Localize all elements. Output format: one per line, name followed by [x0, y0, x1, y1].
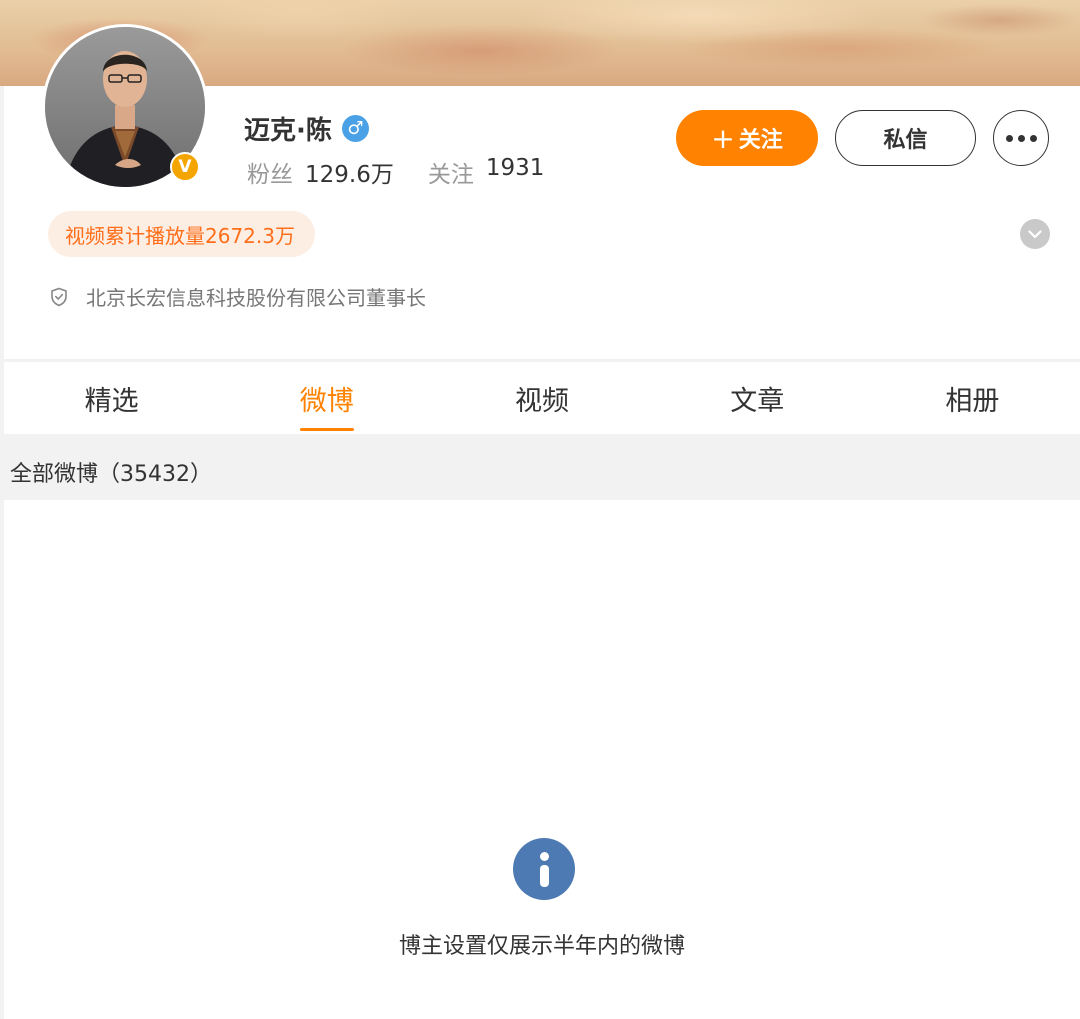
message-label: 私信	[883, 128, 928, 153]
follow-button[interactable]: + 关注	[676, 110, 818, 166]
stats-row: 粉丝 129.6万 关注 1931	[247, 155, 544, 189]
more-dot-icon	[1017, 134, 1025, 142]
following-count[interactable]: 1931	[486, 155, 545, 189]
tab-albums[interactable]: 相册	[865, 362, 1080, 434]
name-row: 迈克·陈 ♂	[244, 108, 369, 148]
tab-video[interactable]: 视频	[434, 362, 649, 434]
tab-articles[interactable]: 文章	[650, 362, 865, 434]
tab-label: 相册	[945, 385, 1000, 417]
more-dot-icon	[1029, 134, 1037, 142]
tab-label: 精选	[84, 385, 139, 417]
profile-tabs: 精选 微博 视频 文章 相册	[4, 362, 1080, 434]
user-name: 迈克·陈	[244, 115, 332, 146]
tab-featured[interactable]: 精选	[4, 362, 219, 434]
video-play-count-badge[interactable]: 视频累计播放量2672.3万	[48, 211, 315, 257]
fans-count[interactable]: 129.6万	[305, 155, 394, 189]
certification-row: 北京长宏信息科技股份有限公司董事长	[50, 282, 426, 311]
gender-male-icon: ♂	[341, 114, 369, 142]
verified-badge-icon: V	[170, 152, 200, 182]
feed-notice: 博主设置仅展示半年内的微博	[398, 934, 685, 959]
plus-icon: +	[711, 121, 735, 155]
profile-page: V 迈克·陈 ♂ 粉丝 129.6万 关注 1931 + 关注 私信 视频累计播…	[0, 0, 1080, 1019]
certification-text: 北京长宏信息科技股份有限公司董事长	[86, 286, 426, 310]
tab-label: 视频	[515, 385, 569, 417]
feed-area: 博主设置仅展示半年内的微博	[4, 500, 1080, 1019]
more-dot-icon	[1005, 134, 1013, 142]
weibo-count-heading: 全部微博（35432）	[10, 462, 212, 487]
shield-check-icon	[51, 287, 67, 306]
following-label[interactable]: 关注	[428, 155, 474, 189]
tab-label: 微博	[299, 385, 354, 417]
expand-profile-button[interactable]	[1020, 219, 1050, 249]
more-options-button[interactable]	[993, 110, 1049, 166]
info-icon	[513, 838, 575, 900]
follow-label: 关注	[738, 128, 783, 153]
tab-weibo[interactable]: 微博	[219, 362, 434, 434]
fans-label[interactable]: 粉丝	[247, 155, 293, 189]
video-play-count-text: 视频累计播放量2672.3万	[65, 223, 295, 248]
tab-label: 文章	[730, 385, 785, 417]
profile-header: V 迈克·陈 ♂ 粉丝 129.6万 关注 1931 + 关注 私信 视频累计播…	[4, 24, 1080, 359]
message-button[interactable]: 私信	[835, 110, 976, 166]
chevron-down-icon	[1028, 229, 1042, 238]
